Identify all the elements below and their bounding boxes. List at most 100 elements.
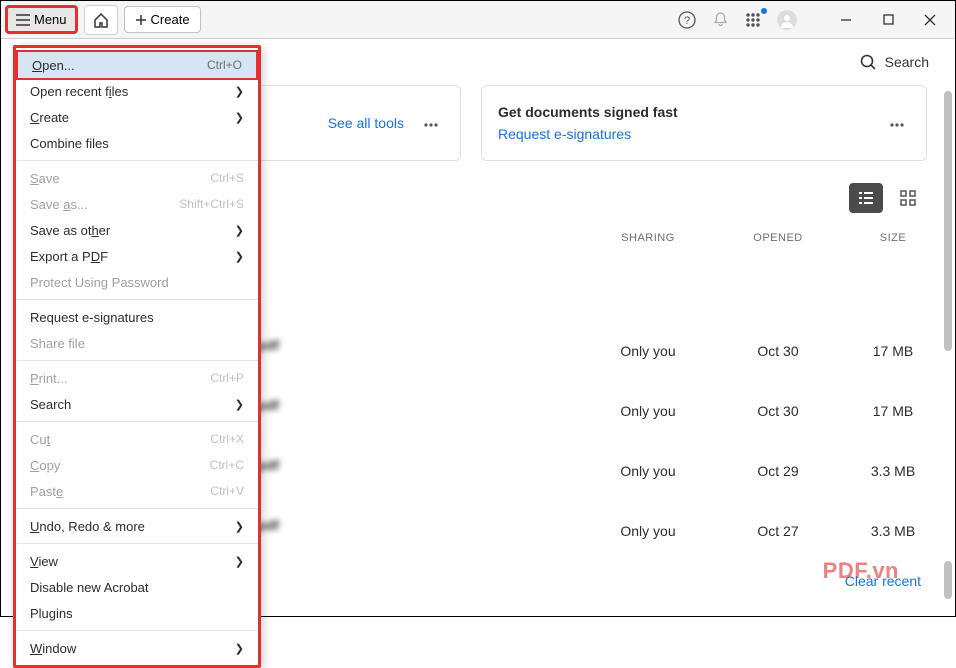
menu-item-label: View (30, 554, 58, 569)
maximize-button[interactable] (867, 3, 909, 37)
opened-cell: Oct 29 (713, 463, 843, 479)
search-label: Search (885, 54, 929, 70)
menu-print: Print... Ctrl+P (16, 365, 258, 391)
opened-cell: Oct 30 (713, 343, 843, 359)
plus-icon (135, 14, 147, 26)
close-button[interactable] (909, 3, 951, 37)
card-title: Get documents signed fast (498, 104, 870, 120)
opened-cell: Oct 30 (713, 403, 843, 419)
home-button[interactable] (84, 5, 118, 35)
svg-text:?: ? (684, 15, 690, 27)
card-more-button[interactable] (418, 114, 444, 132)
menu-export[interactable]: Export a PDF ❯ (16, 243, 258, 269)
hamburger-icon (16, 14, 30, 26)
maximize-icon (883, 14, 894, 25)
sharing-cell: Only you (583, 463, 713, 479)
menu-item-label: Search (30, 397, 71, 412)
menu-shortcut: Ctrl+C (210, 458, 244, 472)
chevron-right-icon: ❯ (235, 85, 244, 98)
menu-item-label: Create (30, 110, 69, 125)
minimize-icon (840, 14, 852, 26)
signed-fast-card[interactable]: Get documents signed fast Request e-sign… (481, 85, 927, 161)
menu-shortcut: Ctrl+P (210, 371, 244, 385)
menu-plugins[interactable]: Plugins (16, 600, 258, 626)
create-button[interactable]: Create (124, 6, 201, 33)
menu-shortcut: Shift+Ctrl+S (179, 197, 244, 211)
col-size[interactable]: SIZE (843, 232, 943, 244)
menu-open-recent[interactable]: Open recent files ❯ (16, 78, 258, 104)
menu-search[interactable]: Search ❯ (16, 391, 258, 417)
menu-request-esignatures[interactable]: Request e-signatures (16, 304, 258, 330)
titlebar: Menu Create ? (1, 1, 955, 39)
chevron-right-icon: ❯ (235, 520, 244, 533)
menu-share-file: Share file (16, 330, 258, 356)
menu-button[interactable]: Menu (5, 5, 78, 34)
card-more-button[interactable] (884, 114, 910, 132)
size-cell: 3.3 MB (843, 463, 943, 479)
menu-open[interactable]: Open... Ctrl+O (16, 50, 258, 80)
menu-shortcut: Ctrl+S (210, 171, 244, 185)
profile-icon (777, 10, 797, 30)
menu-create[interactable]: Create ❯ (16, 104, 258, 130)
list-view-button[interactable] (849, 183, 883, 213)
opened-cell: Oct 27 (713, 523, 843, 539)
menu-view[interactable]: View ❯ (16, 548, 258, 574)
profile-button[interactable] (769, 4, 805, 36)
menu-paste: Paste Ctrl+V (16, 478, 258, 504)
see-all-tools-link[interactable]: See all tools (328, 115, 404, 131)
chevron-right-icon: ❯ (235, 398, 244, 411)
col-opened[interactable]: OPENED (713, 232, 843, 244)
menu-window[interactable]: Window ❯ (16, 635, 258, 661)
chevron-right-icon: ❯ (235, 111, 244, 124)
menu-shortcut: Ctrl+V (210, 484, 244, 498)
menu-item-label: Undo, Redo & more (30, 519, 145, 534)
menu-item-label: Protect Using Password (30, 275, 169, 290)
apps-grid-icon (745, 12, 761, 28)
menu-save: Save Ctrl+S (16, 165, 258, 191)
sharing-cell: Only you (583, 403, 713, 419)
menu-undo-redo[interactable]: Undo, Redo & more ❯ (16, 513, 258, 539)
size-cell: 17 MB (843, 343, 943, 359)
menu-save-other[interactable]: Save as other ❯ (16, 217, 258, 243)
menu-shortcut: Ctrl+X (210, 432, 244, 446)
menu-item-label: Combine files (30, 136, 109, 151)
menu-item-label: Open... (32, 58, 75, 73)
close-icon (924, 14, 936, 26)
notifications-button[interactable] (704, 5, 737, 34)
scrollbar-thumb[interactable] (944, 561, 952, 599)
menu-item-label: Disable new Acrobat (30, 580, 149, 595)
size-cell: 3.3 MB (843, 523, 943, 539)
menu-item-label: Export a PDF (30, 249, 108, 264)
help-icon: ? (678, 11, 696, 29)
list-icon (858, 191, 874, 205)
menu-save-as: Save as... Shift+Ctrl+S (16, 191, 258, 217)
menu-item-label: Cut (30, 432, 50, 447)
menu-item-label: Plugins (30, 606, 73, 621)
menu-disable-new[interactable]: Disable new Acrobat (16, 574, 258, 600)
menu-item-label: Copy (30, 458, 60, 473)
chevron-right-icon: ❯ (235, 642, 244, 655)
menu-item-label: Save as other (30, 223, 110, 238)
menu-item-label: Print... (30, 371, 68, 386)
help-button[interactable]: ? (670, 5, 704, 35)
size-cell: 17 MB (843, 403, 943, 419)
menu-item-label: Share file (30, 336, 85, 351)
menu-protect: Protect Using Password (16, 269, 258, 295)
chevron-right-icon: ❯ (235, 250, 244, 263)
menu-shortcut: Ctrl+O (207, 58, 242, 72)
menu-dropdown: Open... Ctrl+O Open recent files ❯ Creat… (13, 45, 261, 668)
search-icon (860, 54, 877, 71)
scrollbar-thumb[interactable] (944, 91, 952, 351)
sharing-cell: Only you (583, 343, 713, 359)
bell-icon (712, 11, 729, 28)
menu-combine[interactable]: Combine files (16, 130, 258, 156)
sharing-cell: Only you (583, 523, 713, 539)
request-esignatures-link[interactable]: Request e-signatures (498, 126, 870, 142)
menu-item-label: Open recent files (30, 84, 128, 99)
grid-view-button[interactable] (891, 183, 925, 213)
minimize-button[interactable] (825, 3, 867, 37)
home-icon (93, 12, 109, 28)
apps-button[interactable] (737, 6, 769, 34)
search-button[interactable]: Search (860, 54, 929, 71)
col-sharing[interactable]: SHARING (583, 232, 713, 244)
